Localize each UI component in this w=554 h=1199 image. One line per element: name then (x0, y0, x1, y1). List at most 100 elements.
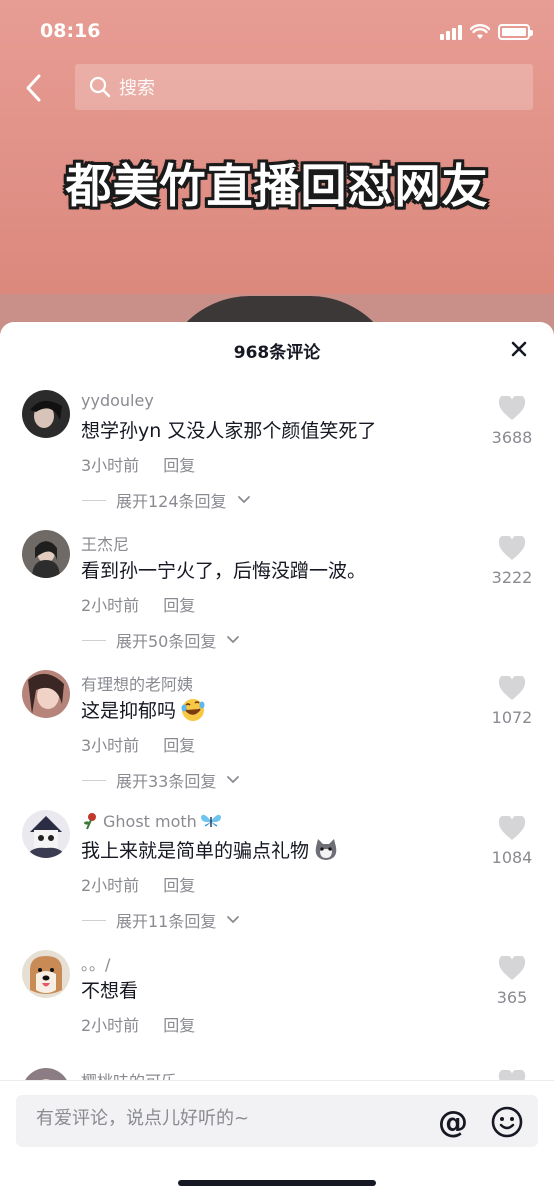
comment-list[interactable]: yydouley 想学孙yn 又没人家那个颜值笑死了 3小时前 回复 展开124… (0, 376, 554, 1080)
at-icon: @ (438, 1104, 468, 1140)
reply-button[interactable]: 回复 (163, 452, 195, 476)
comment-username[interactable]: 有理想的老阿姨 (81, 671, 193, 695)
comment-input-box[interactable]: @ (16, 1095, 538, 1147)
expand-replies-button[interactable]: 展开50条回复 (82, 628, 240, 652)
reply-button[interactable]: 回复 (163, 732, 195, 756)
heart-icon (498, 816, 526, 840)
chevron-down-icon (227, 776, 240, 784)
divider-line (82, 499, 106, 501)
heart-icon (498, 956, 526, 980)
comment-meta: 3小时前 回复 (81, 452, 195, 476)
comment-item: yydouley 想学孙yn 又没人家那个颜值笑死了 3小时前 回复 展开124… (0, 376, 554, 516)
username-text: Ghost moth (103, 811, 197, 831)
like-count: 3688 (491, 428, 533, 447)
comment-item: 王杰尼 看到孙一宁火了，后悔没蹭一波。 2小时前 回复 展开50条回复 3222 (0, 516, 554, 656)
comment-time: 3小时前 (81, 736, 140, 755)
search-bar[interactable]: 搜索 (75, 64, 533, 110)
chevron-down-icon (237, 496, 250, 504)
comment-text-content: 想学孙yn 又没人家那个颜值笑死了 (81, 420, 377, 442)
like-button[interactable]: 365 (482, 956, 542, 1007)
expand-replies-button[interactable]: 展开11条回复 (82, 908, 240, 932)
heart-icon (498, 536, 526, 560)
status-bar: 08:16 (0, 0, 554, 64)
comment-username[interactable]: 王杰尼 (81, 531, 129, 555)
comment-item: 。。/ 不想看 2小时前 回复 365 (0, 936, 554, 1076)
avatar[interactable] (22, 670, 70, 718)
status-icons (440, 24, 533, 40)
wifi-icon (470, 24, 490, 40)
like-count: 365 (496, 988, 528, 1007)
search-placeholder[interactable]: 搜索 (119, 74, 155, 100)
butterfly-icon (200, 814, 221, 827)
comment-text-content: 我上来就是简单的骗点礼物 (81, 840, 310, 862)
status-time: 08:16 (40, 20, 101, 42)
heart-icon (498, 1070, 526, 1080)
comment-time: 2小时前 (81, 1016, 140, 1035)
comment-meta: 2小时前 回复 (81, 1012, 195, 1036)
comment-text: 看到孙一宁火了，后悔没蹭一波。 (81, 556, 366, 583)
comment-text-content: 这是抑郁吗 (81, 700, 177, 722)
like-count: 1072 (491, 708, 533, 727)
comment-username[interactable]: Ghost moth (81, 811, 223, 831)
cat-emoji-icon (315, 838, 337, 860)
comment-time: 3小时前 (81, 456, 140, 475)
chevron-left-icon (26, 74, 41, 102)
emoji-button[interactable] (490, 1105, 524, 1139)
like-button[interactable] (482, 1070, 542, 1080)
smiley-icon (491, 1106, 523, 1138)
comment-item: 有理想的老阿姨 这是抑郁吗 3小时前 回复 展开33条回复 1072 (0, 656, 554, 796)
search-icon (89, 76, 111, 98)
close-icon (511, 341, 527, 357)
like-button[interactable]: 1072 (482, 676, 542, 727)
divider-line (82, 779, 106, 781)
back-button[interactable] (14, 68, 54, 108)
comment-text: 这是抑郁吗 (81, 696, 206, 723)
comment-meta: 2小时前 回复 (81, 872, 195, 896)
comment-text-content: 看到孙一宁火了，后悔没蹭一波。 (81, 560, 367, 582)
comments-header: 968条评论 (0, 322, 554, 376)
signal-icon (440, 24, 462, 40)
comment-username[interactable]: yydouley (81, 391, 154, 410)
expand-replies-label: 展开11条回复 (116, 912, 217, 931)
avatar[interactable] (22, 810, 70, 858)
like-button[interactable]: 3222 (482, 536, 542, 587)
video-title-overlay: 都美竹直播回怼网友 (65, 159, 489, 213)
comment-time: 2小时前 (81, 596, 140, 615)
comment-meta: 3小时前 回复 (81, 732, 195, 756)
expand-replies-label: 展开50条回复 (116, 632, 217, 651)
avatar[interactable] (22, 390, 70, 438)
flower-icon (84, 813, 96, 830)
comment-text-content: 不想看 (81, 980, 139, 1002)
avatar[interactable] (22, 950, 70, 998)
divider-line (82, 919, 106, 921)
expand-replies-button[interactable]: 展开33条回复 (82, 768, 240, 792)
chevron-down-icon (227, 916, 240, 924)
close-button[interactable] (508, 338, 530, 360)
comment-time: 2小时前 (81, 876, 140, 895)
comments-sheet: 968条评论 yydouley 想学孙yn 又没人家那个颜值笑死了 3小时前 回… (0, 322, 554, 1199)
avatar[interactable] (22, 530, 70, 578)
comment-text: 想学孙yn 又没人家那个颜值笑死了 (81, 416, 376, 443)
like-button[interactable]: 3688 (482, 396, 542, 447)
avatar[interactable] (22, 1068, 70, 1080)
comment-input[interactable] (36, 1108, 416, 1129)
battery-icon (498, 24, 533, 40)
reply-button[interactable]: 回复 (163, 872, 195, 896)
expand-replies-button[interactable]: 展开124条回复 (82, 488, 251, 512)
expand-replies-label: 展开124条回复 (116, 492, 227, 511)
laughing-crying-emoji-icon (181, 698, 205, 721)
like-count: 3222 (491, 568, 533, 587)
home-indicator[interactable] (178, 1180, 376, 1186)
reply-button[interactable]: 回复 (163, 1012, 195, 1036)
comment-username[interactable]: 。。/ (81, 951, 110, 975)
video-player[interactable]: 08:16 搜索 都美竹直播回怼网友 (0, 0, 554, 340)
heart-icon (498, 396, 526, 420)
mention-button[interactable]: @ (436, 1104, 470, 1140)
comment-username[interactable]: 樱桃味的可乐 (81, 1068, 177, 1080)
like-button[interactable]: 1084 (482, 816, 542, 867)
comment-item: 樱桃味的可乐 (0, 1056, 554, 1080)
comment-count: 968条评论 (233, 343, 321, 363)
divider-line (82, 639, 106, 641)
comment-item: Ghost moth 我上来就是简单的骗点礼物 2小时前 回复 展开11条回复 … (0, 796, 554, 936)
reply-button[interactable]: 回复 (163, 592, 195, 616)
